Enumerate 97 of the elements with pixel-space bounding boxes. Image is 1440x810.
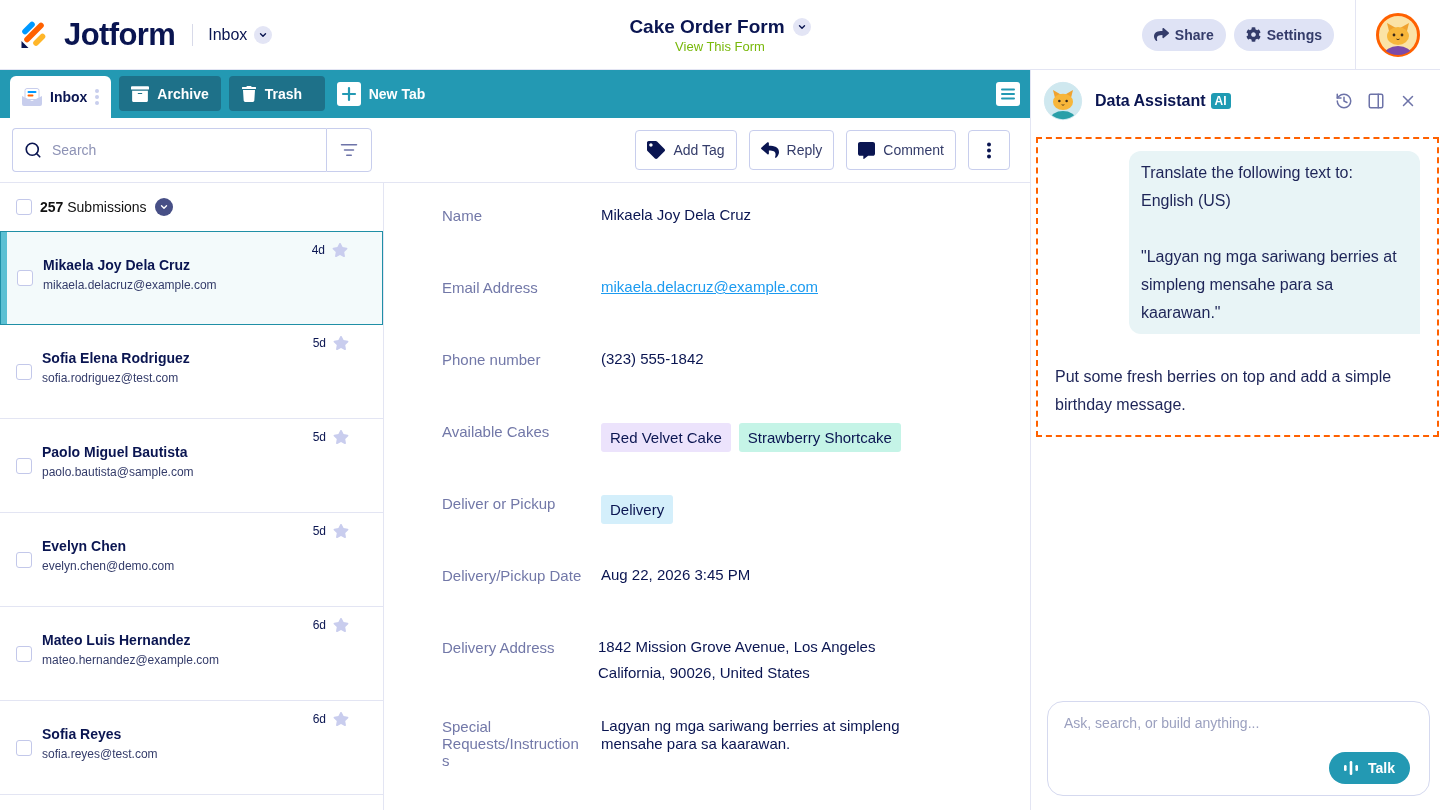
toolbar-button[interactable]: Add Tag (635, 130, 737, 170)
row-checkbox[interactable] (16, 739, 32, 756)
option-tag: Delivery (601, 495, 674, 524)
submission-age: 5d (312, 335, 326, 351)
submission-row[interactable]: Sofia Reyes sofia.reyes@test.com 6d (0, 701, 383, 795)
plus-icon (336, 82, 361, 106)
row-checkbox[interactable] (16, 551, 32, 568)
submission-row[interactable]: Paolo Miguel Bautista paolo.bautista@sample.com 5d (0, 419, 383, 513)
inbox-icon (22, 88, 42, 106)
row-checkbox[interactable] (17, 270, 33, 286)
star-icon[interactable] (332, 242, 348, 258)
caret-icon[interactable] (792, 17, 811, 36)
toolbar-button[interactable]: Reply (748, 130, 835, 170)
assistant-title: Data Assistant (1095, 91, 1206, 110)
archive-icon (131, 84, 150, 103)
logo-wordmark: Jotform (64, 16, 176, 53)
submitter-name: Sofia Elena Rodriguez (42, 350, 190, 367)
cat-avatar-icon (1376, 12, 1420, 57)
field-value: Aug 22, 2026 3:45 PM (601, 565, 751, 584)
submitter-email: sofia.rodriguez@test.com (42, 371, 179, 386)
submitter-name: Evelyn Chen (42, 538, 127, 555)
field-label: Email Address (442, 278, 539, 296)
submission-age: 6d (312, 617, 326, 633)
star-icon[interactable] (333, 523, 349, 539)
section-dropdown[interactable]: Inbox (208, 25, 273, 44)
submitter-name: Mateo Luis Hernandez (42, 632, 191, 649)
submitter-email: sofia.reyes@test.com (42, 747, 158, 762)
caret-icon[interactable] (154, 198, 173, 216)
settings-icon (1245, 27, 1261, 42)
share-button[interactable]: Share (1141, 18, 1226, 51)
field-value: Mikaela Joy Dela Cruz (601, 205, 752, 224)
form-title: Cake Order Form (629, 15, 785, 38)
filter-icon (340, 141, 358, 159)
submission-age: 6d (312, 711, 326, 727)
star-icon[interactable] (333, 711, 349, 727)
option-tag: Red Velvet Cake (601, 423, 731, 452)
field-label: Special Requests/Instructions (442, 717, 580, 769)
settings-button[interactable]: Settings (1233, 18, 1334, 51)
menu-icon (996, 82, 1020, 106)
user-message: Translate the following text to: English (US) "Lagyan ng mga sariwang berries at simpleng mensahe para sa kaarawan." (1129, 151, 1420, 334)
submitter-name: Sofia Reyes (42, 726, 122, 743)
filter-button[interactable] (326, 128, 372, 172)
submission-age: 4d (311, 242, 325, 258)
submission-row[interactable]: Sofia Elena Rodriguez sofia.rodriguez@test.com 5d (0, 325, 383, 419)
field-label: Delivery Address (442, 638, 556, 656)
caret-icon (254, 25, 273, 44)
submission-count: 257 Submissions (40, 199, 147, 215)
field-label: Available Cakes (442, 422, 551, 440)
menu-button[interactable] (996, 82, 1020, 106)
field-label: Deliver or Pickup (442, 494, 557, 512)
submission-row[interactable]: Mikaela Joy Dela Cruz mikaela.delacruz@example.com 4d (0, 231, 383, 325)
row-checkbox[interactable] (16, 645, 32, 662)
assistant-message: Put some fresh berries on top and add a simple birthday message. (1055, 367, 1393, 415)
address-line: 1842 Mission Grove Avenue, Los Angeles (598, 637, 876, 657)
star-icon[interactable] (333, 335, 349, 351)
row-checkbox[interactable] (16, 363, 32, 380)
toolbar-button[interactable]: Comment (846, 130, 956, 170)
field-value: Lagyan ng mga sariwang berries at simpleng mensahe para sa kaarawan. (601, 716, 901, 753)
field-label: Delivery/Pickup Date (442, 566, 582, 584)
field-value: (323) 555-1842 (601, 349, 704, 368)
row-checkbox[interactable] (16, 457, 32, 474)
more-button[interactable] (968, 130, 1010, 170)
field-label: Name (442, 206, 483, 224)
submitter-email: evelyn.chen@demo.com (42, 559, 175, 574)
address-line: California, 90026, United States (598, 663, 810, 683)
sound-bars-icon (1344, 761, 1358, 775)
submission-age: 5d (312, 429, 326, 445)
submitter-email: paolo.bautista@sample.com (42, 465, 194, 480)
panel-icon (1367, 91, 1385, 110)
ai-badge: AI (1210, 92, 1231, 109)
cat-avatar-icon (1043, 80, 1083, 121)
submitter-name: Mikaela Joy Dela Cruz (43, 257, 191, 274)
option-tag: Strawberry Shortcake (738, 423, 901, 452)
more-icon (95, 89, 100, 105)
field-label: Phone number (442, 350, 542, 368)
profile-avatar-button[interactable] (1376, 12, 1420, 57)
tag-icon (647, 141, 666, 159)
select-all-checkbox[interactable] (16, 199, 32, 215)
comment-icon (858, 141, 876, 159)
tab[interactable]: Archive (119, 76, 221, 111)
history-icon (1335, 91, 1353, 110)
trash-icon (240, 85, 257, 102)
tab[interactable]: Inbox (10, 76, 112, 118)
submitter-email: mateo.hernandez@example.com (42, 653, 219, 668)
submission-row[interactable]: Evelyn Chen evelyn.chen@demo.com 5d (0, 513, 383, 607)
star-icon[interactable] (333, 617, 349, 633)
share-icon (1153, 27, 1169, 42)
submission-row[interactable]: Mateo Luis Hernandez mateo.hernandez@example.com 6d (0, 607, 383, 701)
submitter-name: Paolo Miguel Bautista (42, 444, 188, 461)
more-icon (987, 141, 991, 159)
submission-age: 5d (312, 523, 326, 539)
search-icon (24, 141, 42, 159)
reply-icon (760, 141, 779, 159)
star-icon[interactable] (333, 429, 349, 445)
tab[interactable]: Trash (228, 76, 325, 111)
submitter-email: mikaela.delacruz@example.com (43, 278, 217, 293)
search-field[interactable]: Search (12, 128, 326, 172)
